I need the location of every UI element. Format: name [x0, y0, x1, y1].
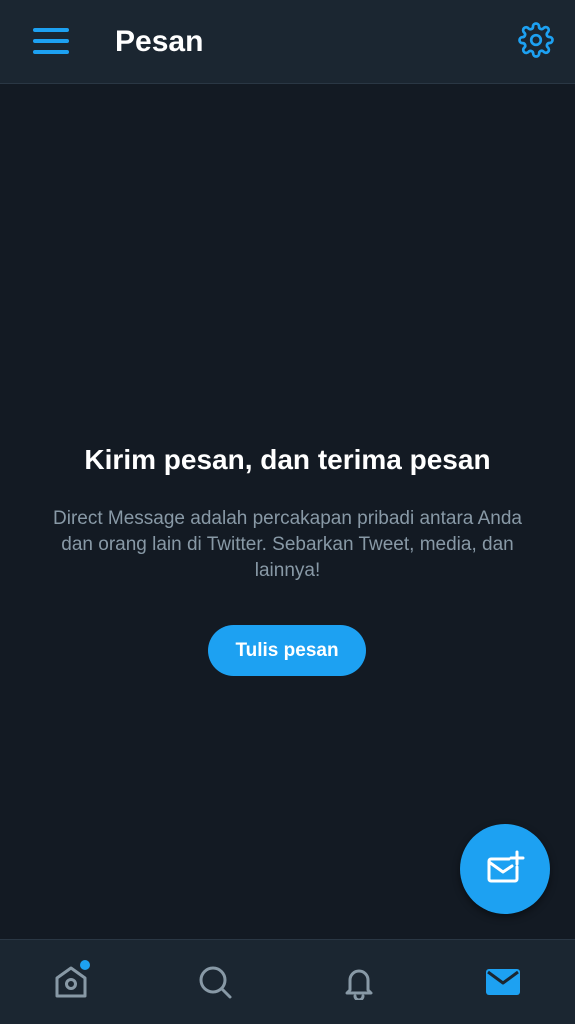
envelope-icon [486, 969, 520, 995]
gear-icon [518, 22, 554, 58]
empty-state-title: Kirim pesan, dan terima pesan [84, 444, 491, 475]
new-message-icon [487, 850, 525, 883]
nav-search[interactable] [191, 958, 239, 1006]
bottom-navigation [0, 939, 575, 1024]
app-screen: Pesan Kirim pesan, dan terima pesan Dire… [0, 0, 575, 1024]
top-app-bar: Pesan [0, 0, 575, 84]
search-icon [199, 966, 232, 999]
nav-notifications[interactable] [335, 958, 383, 1006]
write-message-button[interactable]: Tulis pesan [208, 625, 366, 676]
empty-state: Kirim pesan, dan terima pesan Direct Mes… [0, 440, 575, 584]
empty-state-description: Direct Message adalah percakapan pribadi… [53, 508, 522, 581]
settings-button[interactable] [512, 18, 560, 62]
hamburger-menu-icon [33, 28, 69, 54]
page-title: Pesan [115, 25, 204, 58]
bell-icon [345, 969, 373, 1000]
home-notification-dot [80, 960, 90, 970]
menu-button[interactable] [28, 18, 74, 64]
nav-messages[interactable] [479, 958, 527, 1006]
new-message-fab[interactable] [460, 824, 550, 914]
